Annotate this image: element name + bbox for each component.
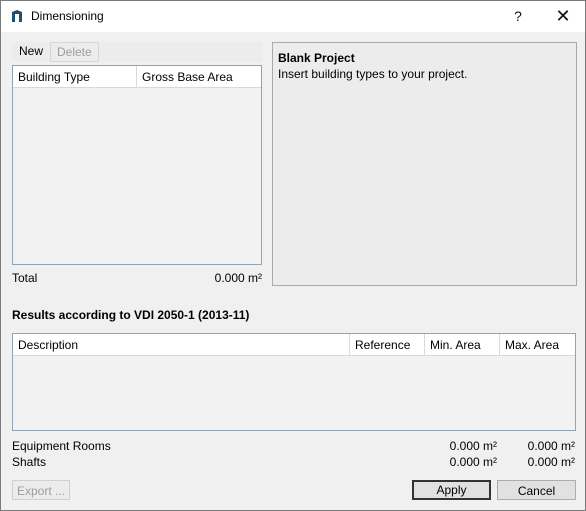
title-bar: Dimensioning ? ✕ bbox=[1, 1, 585, 32]
shafts-max: 0.000 m² bbox=[527, 455, 575, 469]
project-info-panel: Blank Project Insert building types to y… bbox=[272, 42, 577, 286]
column-header-description[interactable]: Description bbox=[13, 334, 350, 356]
column-header-reference[interactable]: Reference bbox=[350, 334, 425, 356]
project-info-title: Blank Project bbox=[278, 51, 355, 65]
help-button[interactable]: ? bbox=[496, 1, 540, 32]
building-type-list[interactable]: Building Type Gross Base Area bbox=[12, 65, 262, 265]
shafts-label: Shafts bbox=[12, 455, 47, 469]
close-button[interactable]: ✕ bbox=[541, 1, 585, 32]
total-label: Total bbox=[12, 271, 38, 285]
equipment-rooms-max: 0.000 m² bbox=[527, 439, 575, 453]
equipment-rooms-min: 0.000 m² bbox=[449, 439, 497, 453]
results-title: Results according to VDI 2050-1 (2013-11… bbox=[12, 308, 250, 322]
delete-button[interactable]: Delete bbox=[50, 42, 99, 62]
export-button[interactable]: Export ... bbox=[12, 480, 70, 500]
column-header-min-area[interactable]: Min. Area bbox=[425, 334, 500, 356]
dimensioning-dialog: Dimensioning ? ✕ New Delete Building Typ… bbox=[0, 0, 586, 511]
app-logo-icon bbox=[12, 10, 22, 22]
column-header-gross-base-area[interactable]: Gross Base Area bbox=[137, 66, 261, 88]
cancel-button[interactable]: Cancel bbox=[497, 480, 576, 500]
new-button[interactable]: New bbox=[13, 42, 49, 60]
apply-button[interactable]: Apply bbox=[412, 480, 491, 500]
equipment-rooms-label: Equipment Rooms bbox=[12, 439, 111, 453]
project-info-text: Insert building types to your project. bbox=[278, 67, 468, 81]
window-title: Dimensioning bbox=[31, 9, 104, 23]
column-header-building-type[interactable]: Building Type bbox=[13, 66, 137, 88]
total-value: 0.000 m² bbox=[214, 271, 262, 285]
results-table[interactable]: Description Reference Min. Area Max. Are… bbox=[12, 333, 576, 431]
shafts-min: 0.000 m² bbox=[449, 455, 497, 469]
column-header-max-area[interactable]: Max. Area bbox=[500, 334, 575, 356]
